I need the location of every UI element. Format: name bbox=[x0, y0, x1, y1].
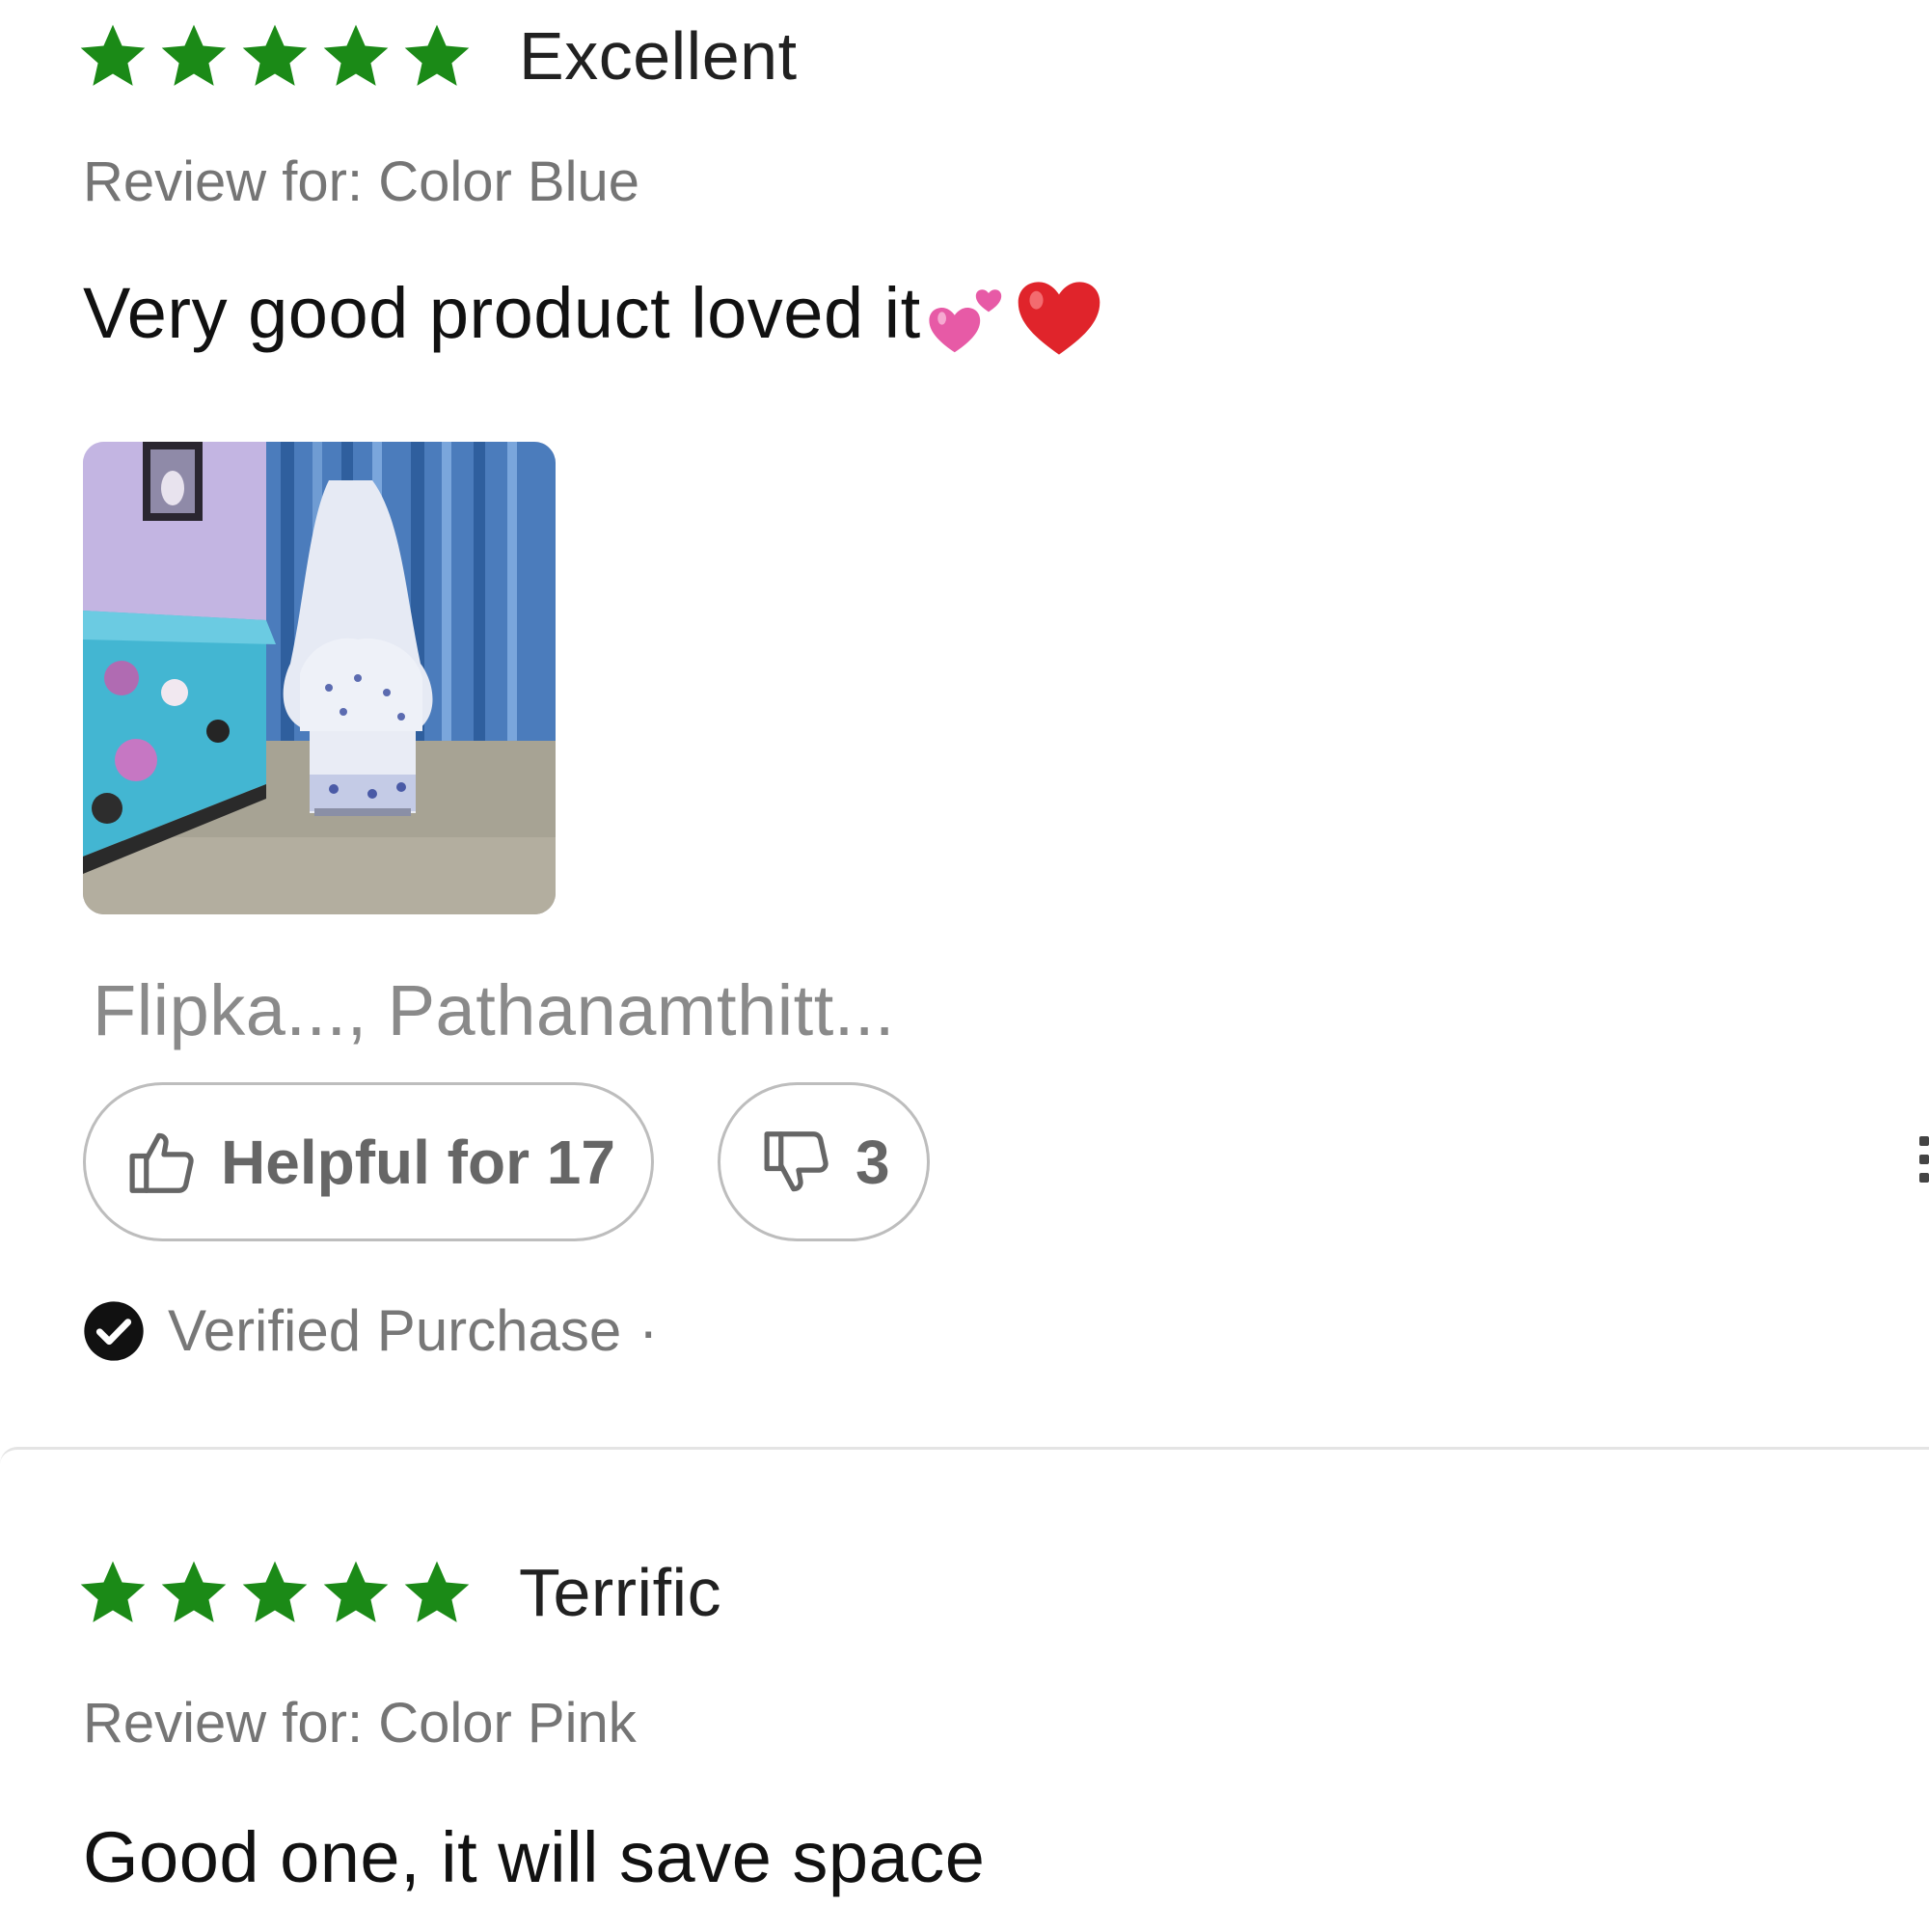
rating-row: Excellent bbox=[77, 17, 798, 95]
star-icon bbox=[80, 24, 146, 86]
star-icon bbox=[242, 24, 308, 86]
two-hearts-icon bbox=[929, 289, 1001, 353]
review-photo[interactable] bbox=[83, 442, 556, 914]
thumbs-down-icon bbox=[764, 1130, 829, 1191]
helpful-label: Helpful for 17 bbox=[221, 1127, 615, 1197]
thumbs-up-icon bbox=[129, 1132, 194, 1193]
review-text: Good one, it will save space bbox=[83, 1817, 986, 1897]
helpful-button[interactable]: Helpful for 17 bbox=[83, 1082, 654, 1241]
review-variant: Review for: Color Blue bbox=[83, 150, 639, 213]
star-icon bbox=[242, 1561, 308, 1622]
review-card: Excellent Review for: Color Blue Very go… bbox=[0, 0, 1929, 1437]
separator-dot: · bbox=[638, 1298, 659, 1363]
verified-purchase: Verified Purchase · bbox=[83, 1297, 658, 1364]
more-vertical-icon[interactable] bbox=[1919, 1136, 1929, 1183]
rating-label: Terrific bbox=[519, 1555, 722, 1630]
verified-label: Verified Purchase bbox=[168, 1298, 622, 1363]
reviewer-name-location: Flipka..., Pathanamthitt... bbox=[93, 970, 895, 1050]
star-icon bbox=[161, 1561, 227, 1622]
check-circle-icon bbox=[84, 1300, 144, 1361]
rating-label: Excellent bbox=[519, 18, 798, 94]
rating-row: Terrific bbox=[77, 1554, 721, 1631]
cradle-photo-image bbox=[83, 442, 556, 914]
review-variant: Review for: Color Pink bbox=[83, 1692, 637, 1755]
star-icon bbox=[80, 1561, 146, 1622]
review-text-row: Very good product loved it bbox=[83, 272, 1104, 364]
review-card: Terrific Review for: Color Pink Good one… bbox=[0, 1447, 1929, 1932]
red-heart-icon bbox=[1018, 282, 1100, 356]
star-icon bbox=[323, 1561, 389, 1622]
review-text: Very good product loved it bbox=[83, 273, 921, 353]
star-icon bbox=[323, 24, 389, 86]
not-helpful-button[interactable]: 3 bbox=[718, 1082, 930, 1241]
star-icon bbox=[404, 1561, 470, 1622]
star-icon bbox=[404, 24, 470, 86]
star-icon bbox=[161, 24, 227, 86]
star-rating bbox=[77, 1557, 473, 1628]
star-rating bbox=[77, 20, 473, 92]
not-helpful-count: 3 bbox=[856, 1127, 890, 1197]
